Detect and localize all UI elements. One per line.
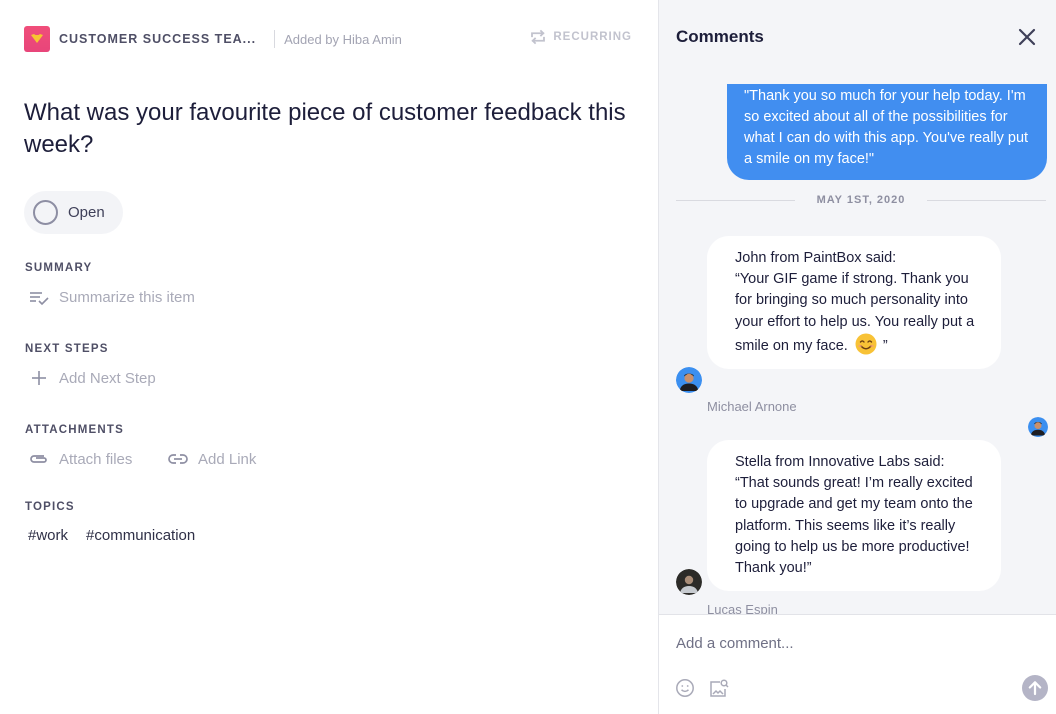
item-detail-pane: CUSTOMER SUCCESS TEA... Added by Hiba Am… <box>0 0 659 714</box>
smiling-face-emoji-icon <box>855 333 877 355</box>
link-icon <box>168 454 188 464</box>
recurring-label: RECURRING <box>553 31 632 43</box>
attach-files-label: Attach files <box>59 450 133 468</box>
paperclip-icon <box>30 455 47 463</box>
comments-title: Comments <box>676 27 764 46</box>
send-button[interactable] <box>1022 675 1048 701</box>
close-icon <box>1018 28 1036 46</box>
emoji-icon <box>676 679 694 697</box>
added-by-text: Added by Hiba Amin <box>284 31 402 47</box>
add-link-label: Add Link <box>198 450 257 468</box>
close-comments-button[interactable] <box>1018 28 1036 46</box>
divider-line <box>927 199 1046 201</box>
image-search-icon <box>710 679 729 697</box>
status-toggle[interactable]: Open <box>24 191 123 234</box>
image-search-button[interactable] <box>709 678 729 698</box>
add-link-button[interactable]: Add Link <box>168 449 256 469</box>
send-arrow-icon <box>1028 681 1042 696</box>
comment-body: “That sounds great! I’m really excited t… <box>735 475 973 577</box>
app: CUSTOMER SUCCESS TEA... Added by Hiba Am… <box>0 0 1056 714</box>
comment-thread[interactable]: "Thank you so much for your help today. … <box>659 84 1056 614</box>
comment-composer <box>659 614 1056 714</box>
comments-panel: Comments "Thank you so much for your hel… <box>659 0 1056 714</box>
comment-bubble: Stella from Innovative Labs said: “That … <box>707 440 1001 592</box>
avatar[interactable] <box>676 367 702 393</box>
comment-input[interactable] <box>676 635 1016 652</box>
header-divider <box>274 30 276 48</box>
item-header: CUSTOMER SUCCESS TEA... Added by Hiba Am… <box>24 26 634 52</box>
divider-line <box>676 199 795 201</box>
status-label: Open <box>68 204 105 221</box>
status-circle-icon <box>33 200 58 225</box>
date-divider-text: MAY 1ST, 2020 <box>816 194 906 206</box>
plus-icon <box>32 371 46 385</box>
user-avatar-icon <box>676 569 702 595</box>
team-logo-icon[interactable] <box>24 26 50 52</box>
attach-files-button[interactable]: Attach files <box>29 449 132 469</box>
topic-tag[interactable]: #work <box>28 527 68 544</box>
recurring-button[interactable]: RECURRING <box>529 28 632 46</box>
attachments-label: ATTACHMENTS <box>25 424 125 436</box>
avatar[interactable] <box>676 569 702 595</box>
comment-sender: Lucas Espin <box>707 602 778 614</box>
topics-label: TOPICS <box>25 501 75 513</box>
comment-closing: ” <box>878 337 888 354</box>
outgoing-comment-bubble: "Thank you so much for your help today. … <box>727 84 1047 180</box>
topic-tag[interactable]: #communication <box>86 527 195 544</box>
comment-sender: Michael Arnone <box>707 399 797 414</box>
summarize-button[interactable]: Summarize this item <box>29 287 195 307</box>
summarize-label: Summarize this item <box>59 288 195 306</box>
comment-bubble: John from PaintBox said: “Your GIF game … <box>707 236 1001 370</box>
summarize-icon <box>30 292 49 306</box>
repeat-icon <box>531 29 546 45</box>
topic-list: #work #communication <box>28 527 195 544</box>
summary-label: SUMMARY <box>25 262 93 274</box>
user-avatar-icon <box>676 367 702 393</box>
add-next-step-button[interactable]: Add Next Step <box>29 368 156 388</box>
avatar[interactable] <box>1028 417 1048 437</box>
user-avatar-icon <box>1028 417 1048 437</box>
team-name-link[interactable]: CUSTOMER SUCCESS TEA... <box>59 32 256 46</box>
emoji-button[interactable] <box>675 678 695 698</box>
date-divider: MAY 1ST, 2020 <box>676 194 1046 206</box>
item-title[interactable]: What was your favourite piece of custome… <box>24 97 634 161</box>
add-next-step-label: Add Next Step <box>59 369 156 387</box>
comment-intro: John from PaintBox said: <box>735 250 897 266</box>
next-steps-label: NEXT STEPS <box>25 343 109 355</box>
comment-intro: Stella from Innovative Labs said: <box>735 454 945 470</box>
